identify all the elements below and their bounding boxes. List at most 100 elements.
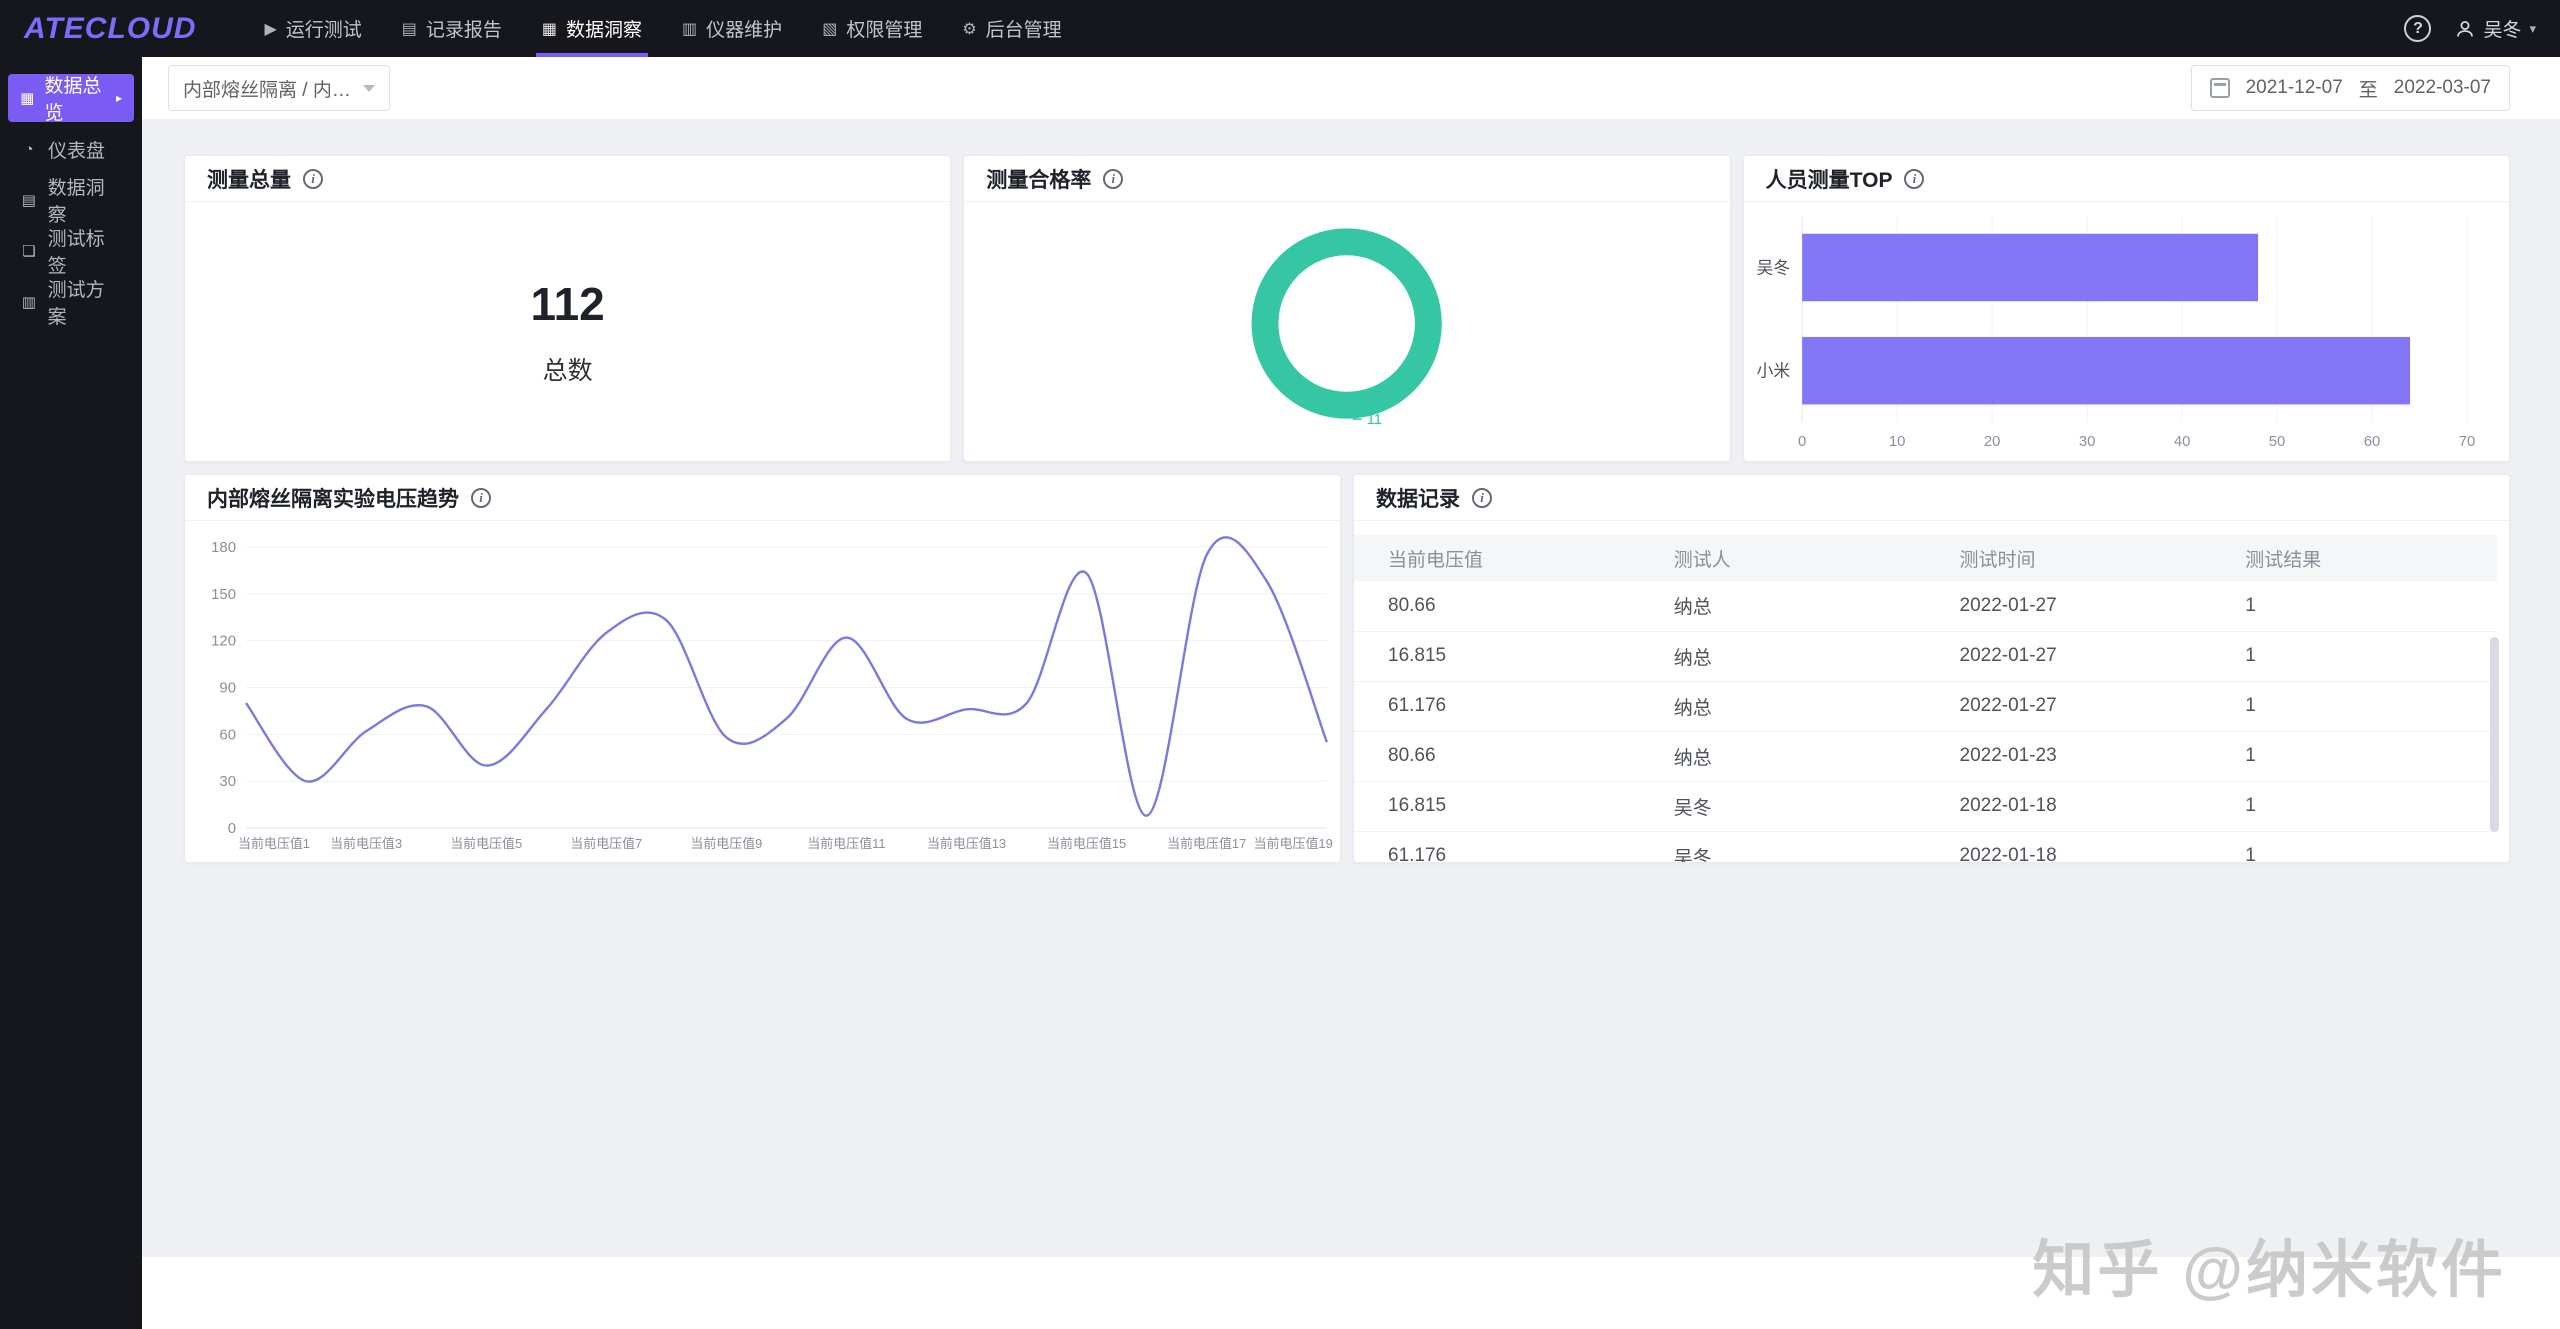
sidebar-item-label: 数据总览 [44,76,102,124]
info-icon[interactable]: i [303,168,323,189]
table-row: 16.815 纳总 2022-01-27 1 [1354,631,2497,682]
svg-text:10: 10 [1889,434,1906,450]
app-logo[interactable]: ATECLOUD [24,12,196,46]
date-separator: 至 [2358,79,2378,101]
sidebar-item-test-tags[interactable]: ❏ 测试标签 [8,227,134,277]
user-icon [2457,20,2474,37]
info-icon[interactable]: i [1472,487,1492,508]
table-cell: 1 [2211,581,2497,632]
card-pass-rate: 测量合格率 i 11 [963,155,1731,462]
table-cell: 1 [2211,631,2497,682]
svg-text:0: 0 [1798,434,1806,450]
svg-text:60: 60 [219,726,236,743]
help-icon[interactable]: ? [2404,15,2432,42]
svg-text:90: 90 [219,679,236,696]
svg-text:当前电压值15: 当前电压值15 [1047,836,1126,851]
column-header: 测试时间 [1925,535,2212,581]
sidebar-item-data-insight[interactable]: ▤ 数据洞察 [8,176,134,226]
table-cell: 2022-01-27 [1925,631,2212,682]
table-row: 80.66 纳总 2022-01-27 1 [1354,581,2497,632]
total-count-value: 112 [530,277,605,330]
chevron-down-icon [363,84,375,92]
insight-list-icon: ▤ [21,192,36,209]
plan-icon: ▥ [21,294,36,311]
svg-text:当前电压值1: 当前电压值1 [238,836,310,851]
svg-text:70: 70 [2458,434,2475,450]
overview-icon: ▦ [20,90,35,107]
user-menu[interactable]: 吴冬 ▾ [2455,15,2536,42]
date-from-value: 2021-12-07 [2245,77,2343,98]
date-to-value: 2022-03-07 [2393,77,2491,98]
table-scrollbar[interactable] [2490,637,2499,832]
sidebar-item-data-overview[interactable]: ▦ 数据总览 ▸ [8,74,134,124]
scheme-select[interactable]: 内部熔丝隔离 / 内部熔丝... [168,65,390,111]
svg-text:当前电压值11: 当前电压值11 [807,836,885,851]
svg-text:20: 20 [1984,434,2001,450]
table-cell: 2022-01-23 [1925,731,2212,782]
nav-item-data-insight[interactable]: ▦ 数据洞察 [526,0,658,57]
svg-text:60: 60 [2363,434,2380,450]
admin-gear-icon: ⚙ [962,20,977,38]
nav-item-run-test[interactable]: ▶ 运行测试 [248,0,377,57]
permission-icon: ▧ [822,20,838,38]
chevron-down-icon: ▾ [2529,20,2536,36]
table-row: 16.815 吴冬 2022-01-18 1 [1354,781,2497,832]
table-cell: 吴冬 [1639,781,1926,832]
svg-text:150: 150 [211,586,236,603]
sidebar-item-label: 测试方案 [47,280,105,328]
column-header: 当前电压值 [1354,535,1640,581]
column-header: 测试结果 [2211,535,2497,581]
nav-item-report[interactable]: ▤ 记录报告 [386,0,518,57]
nav-item-permission[interactable]: ▧ 权限管理 [806,0,938,57]
records-table: 当前电压值 测试人 测试时间 测试结果 80.66 纳总 2022-01-27 1 16… [1354,535,2497,862]
svg-text:小米: 小米 [1756,362,1790,381]
date-range-picker[interactable]: 2021-12-07 至 2022-03-07 [2190,65,2510,111]
tag-icon: ❏ [22,243,36,260]
report-icon: ▤ [401,20,417,38]
chevron-right-icon: ▸ [115,91,122,105]
svg-text:40: 40 [2173,434,2190,450]
top-navigation-bar: ATECLOUD ▶ 运行测试 ▤ 记录报告 ▦ 数据洞察 ▥ 仪器维护 ▧ 权… [0,0,2560,57]
svg-text:当前电压值5: 当前电压值5 [450,836,522,851]
calendar-icon [2209,78,2230,98]
card-voltage-trend: 内部熔丝隔离实验电压趋势 i 0 30 60 90 120 150 180 当前电压值1 当前电… [184,474,1341,863]
card-person-top: 人员测量TOP i 0 10 20 30 40 50 60 70 吴冬 小米 [1742,155,2510,462]
table-cell: 吴冬 [1639,831,1926,862]
filter-bar: 内部熔丝隔离 / 内部熔丝... 2021-12-07 至 2022-03-07 [142,57,2560,119]
nav-item-instrument[interactable]: ▥ 仪器维护 [666,0,798,57]
nav-label: 仪器维护 [706,20,783,41]
card-header: 数据记录 i [1354,475,2509,521]
nav-label: 运行测试 [285,20,362,41]
nav-item-admin[interactable]: ⚙ 后台管理 [946,0,1077,57]
table-cell: 2022-01-27 [1925,681,2212,732]
card-header: 人员测量TOP i [1743,156,2509,202]
svg-text:30: 30 [2078,434,2095,450]
card-title: 内部熔丝隔离实验电压趋势 [207,487,459,511]
sidebar-item-test-plan[interactable]: ▥ 测试方案 [8,278,134,328]
table-cell: 80.66 [1354,581,1640,632]
scheme-select-value: 内部熔丝隔离 / 内部熔丝... [183,79,351,101]
main-content: 内部熔丝隔离 / 内部熔丝... 2021-12-07 至 2022-03-07… [142,57,2560,1329]
info-icon[interactable]: i [1103,168,1124,189]
svg-text:当前电压值13: 当前电压值13 [927,836,1006,851]
table-row: 80.66 纳总 2022-01-23 1 [1354,731,2497,782]
info-icon[interactable]: i [1904,168,1925,189]
table-cell: 纳总 [1639,681,1926,732]
table-row: 61.176 纳总 2022-01-27 1 [1354,681,2497,732]
instrument-icon: ▥ [682,20,698,38]
table-cell: 2022-01-18 [1925,831,2212,862]
nav-label: 后台管理 [985,20,1062,41]
records-table-body: 80.66 纳总 2022-01-27 1 16.815 纳总 2022-01-27 1 61.… [1354,581,2497,862]
table-cell: 1 [2211,781,2497,832]
sidebar-item-dashboard[interactable]: ◔ 仪表盘 [8,125,134,173]
info-icon[interactable]: i [471,487,491,508]
run-test-icon: ▶ [264,20,277,38]
sidebar-item-label: 数据洞察 [47,178,105,226]
table-cell: 16.815 [1354,631,1640,682]
table-cell: 2022-01-18 [1925,781,2212,832]
total-count-label: 总数 [542,356,593,385]
sidebar-item-label: 仪表盘 [48,140,106,162]
table-cell: 61.176 [1354,681,1640,732]
svg-text:当前电压值19: 当前电压值19 [1254,836,1333,851]
sidebar-item-label: 测试标签 [47,229,105,277]
